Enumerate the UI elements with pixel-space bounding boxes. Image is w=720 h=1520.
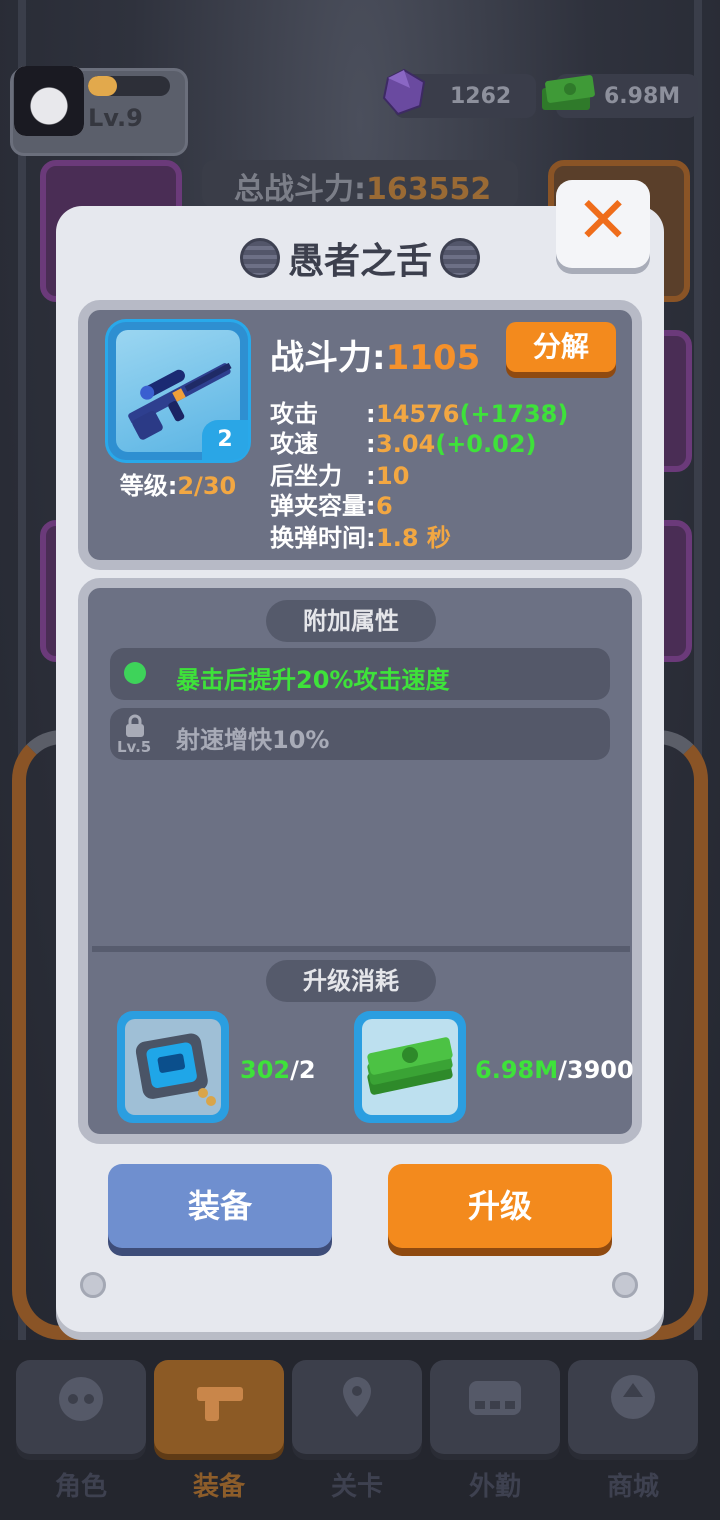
stat-value: 6 (376, 492, 393, 520)
nav-tab-label: 商城 (606, 1472, 659, 1502)
power-value: 1105 (385, 338, 481, 378)
upgrade-button[interactable]: 升级 (388, 1164, 612, 1248)
weapon-power: 战斗力:1105 (270, 330, 480, 379)
cash-need: /3900 (558, 1056, 634, 1084)
decompose-button[interactable]: 分解 (506, 322, 616, 372)
nav-tab[interactable] (568, 1360, 698, 1454)
total-power-label: 总战斗力: (234, 172, 366, 207)
chip-icon (125, 1019, 221, 1115)
stat-bonus: (+0.02) (435, 430, 537, 458)
stat-label: 攻速 (270, 430, 318, 458)
chip-cost: 302/2 (240, 1056, 316, 1084)
lock-icon (126, 714, 144, 737)
gem-icon (382, 68, 426, 116)
nav-tab[interactable] (430, 1360, 560, 1454)
stat-value: 3.04 (376, 430, 436, 458)
stat-row: 换弹时间:1.8 秒 (270, 518, 451, 553)
total-power: 总战斗力:163552 (234, 164, 491, 208)
title-ornament-icon (240, 238, 280, 278)
player-level: Lv.9 (88, 104, 143, 132)
nav-tab[interactable] (292, 1360, 422, 1454)
unlocked-dot-icon (124, 662, 146, 684)
weapon-level: 等级:2/30 (108, 466, 248, 501)
divider (92, 946, 630, 952)
stat-colon: : (366, 524, 376, 552)
xp-fill (88, 76, 117, 96)
map-pin-icon (343, 1377, 371, 1417)
avatar[interactable] (14, 66, 84, 136)
stat-colon: : (366, 430, 376, 458)
nav-tab-label: 关卡 (330, 1472, 383, 1502)
total-power-value: 163552 (366, 172, 492, 207)
screw-icon (80, 1272, 106, 1298)
skull-icon (59, 1377, 103, 1421)
nav-tab-label: 装备 (192, 1472, 245, 1502)
weapon-star-badge: 2 (202, 420, 248, 460)
lock-level: Lv.5 (117, 738, 152, 756)
gem-count: 1262 (450, 84, 512, 109)
nav-tab-label: 角色 (54, 1472, 107, 1502)
equip-button[interactable]: 装备 (108, 1164, 332, 1248)
nav-tab[interactable] (16, 1360, 146, 1454)
weapon-level-value: 2/30 (177, 472, 237, 500)
xp-bar (88, 76, 170, 96)
title-ornament-icon (440, 238, 480, 278)
chip-have: 302 (240, 1056, 291, 1084)
extra-attributes-header: 附加属性 (266, 600, 436, 642)
stat-label: 弹夹容量 (270, 492, 366, 520)
stat-row: 攻速:3.04(+0.02) (270, 424, 536, 459)
upgrade-cost-header: 升级消耗 (266, 960, 436, 1002)
gun-icon (197, 1387, 243, 1421)
cash-have: 6.98M (475, 1056, 559, 1084)
screw-icon (612, 1272, 638, 1298)
chip-need: /2 (290, 1056, 316, 1084)
attribute-text: 射速增快10% (176, 726, 330, 754)
cash-cost: 6.98M/3900 (475, 1056, 634, 1084)
vehicle-icon (469, 1381, 521, 1415)
close-icon: ✕ (576, 184, 630, 258)
skull-avatar-icon (14, 66, 84, 136)
weapon-level-label: 等级: (119, 472, 178, 500)
stat-row: 弹夹容量:6 (270, 486, 393, 521)
close-button[interactable]: ✕ (556, 180, 650, 268)
shop-icon (611, 1375, 655, 1419)
stat-label: 换弹时间 (270, 524, 366, 552)
stat-value: 1.8 秒 (376, 524, 451, 552)
dialog-title: 愚者之舌 (287, 241, 432, 282)
cash-count: 6.98M (604, 84, 681, 109)
attribute-text: 暴击后提升20%攻击速度 (176, 666, 450, 694)
stat-colon: : (366, 492, 376, 520)
nav-tab[interactable] (154, 1360, 284, 1454)
cash-icon (542, 75, 595, 110)
power-label: 战斗力: (270, 338, 386, 378)
nav-tab-label: 外勤 (468, 1472, 521, 1502)
cash-stack-icon (362, 1019, 458, 1115)
